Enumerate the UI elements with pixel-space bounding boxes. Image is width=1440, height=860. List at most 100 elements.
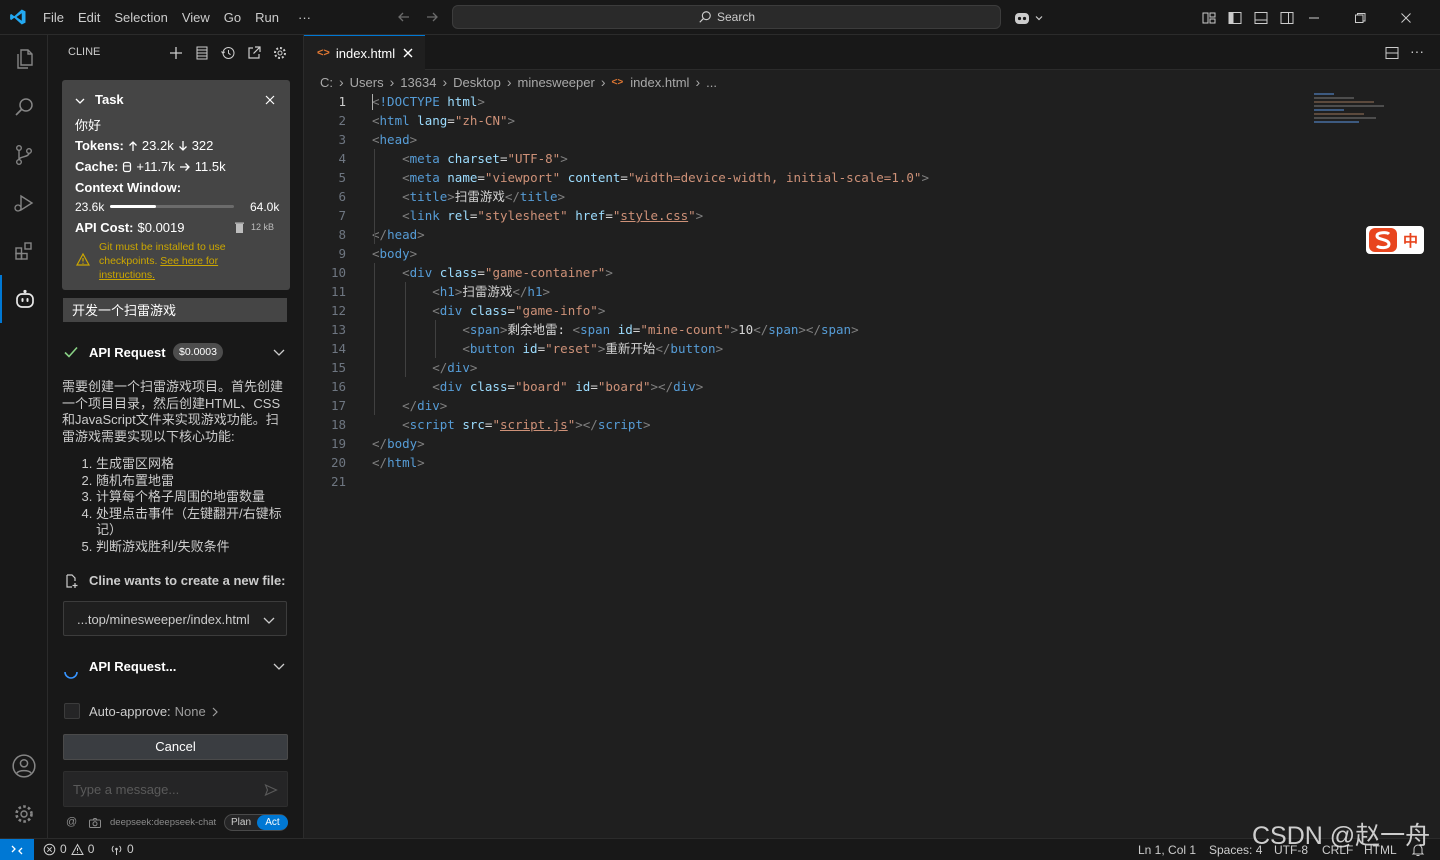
code-token: body — [379, 246, 410, 261]
code-token: > — [409, 246, 418, 261]
code-line[interactable]: <!DOCTYPE html> — [372, 92, 485, 111]
plus-icon[interactable] — [168, 45, 184, 61]
send-icon[interactable] — [264, 783, 278, 797]
toggle-secondary-sidebar-icon[interactable] — [1279, 10, 1295, 26]
menu-go[interactable]: Go — [217, 0, 248, 35]
minimize-icon[interactable] — [1306, 10, 1322, 26]
camera-icon[interactable] — [88, 817, 102, 829]
code-token: > — [597, 303, 606, 318]
ports-indicator[interactable]: 0 — [110, 842, 134, 856]
code-line[interactable]: </head> — [372, 225, 425, 244]
code-line[interactable]: </html> — [372, 453, 425, 472]
problems-indicator[interactable]: 0 0 — [43, 842, 94, 856]
settings-gear-icon[interactable] — [272, 45, 288, 61]
code-line[interactable]: </div> — [372, 396, 447, 415]
auto-approve-checkbox[interactable] — [64, 703, 80, 719]
code-line[interactable]: <title>扫雷游戏</title> — [372, 187, 565, 206]
code-token: button — [670, 341, 716, 356]
accounts-button[interactable] — [0, 742, 48, 790]
breadcrumb-item[interactable]: Users — [350, 75, 384, 90]
remote-indicator[interactable] — [0, 839, 34, 860]
open-in-editor-icon[interactable] — [246, 45, 262, 61]
menu-file[interactable]: File — [36, 0, 71, 35]
menu-view[interactable]: View — [175, 0, 217, 35]
chevron-down-icon[interactable] — [272, 346, 286, 358]
menu-more[interactable]: ··· — [286, 0, 318, 35]
back-arrow-icon[interactable] — [396, 9, 412, 25]
customize-layout-icon[interactable] — [1201, 10, 1217, 26]
code-line[interactable]: </div> — [372, 358, 477, 377]
search-button[interactable] — [0, 83, 48, 131]
code-token: > — [417, 436, 425, 451]
trash-icon[interactable] — [234, 221, 245, 234]
cancel-button[interactable]: Cancel — [63, 734, 288, 760]
code-line[interactable]: <div class="game-info"> — [372, 301, 605, 320]
message-input-box[interactable]: Type a message... — [63, 771, 288, 807]
auto-approve[interactable]: Auto-approve: None — [89, 704, 220, 719]
code-token: src — [462, 417, 485, 432]
run-debug-button[interactable] — [0, 179, 48, 227]
plan-mode-button[interactable]: Plan — [225, 815, 257, 830]
ime-indicator[interactable]: 中 — [1366, 226, 1424, 254]
code-line[interactable]: <span>剩余地雷: <span id="mine-count">10</sp… — [372, 320, 858, 339]
chevron-down-icon[interactable] — [74, 95, 86, 107]
breadcrumb-item[interactable]: Desktop — [453, 75, 501, 90]
explorer-button[interactable] — [0, 35, 48, 83]
manage-button[interactable] — [0, 790, 48, 838]
code-line[interactable]: <link rel="stylesheet" href="style.css"> — [372, 206, 703, 225]
code-line[interactable]: <meta charset="UTF-8"> — [372, 149, 568, 168]
copilot-button[interactable] — [1013, 0, 1044, 35]
cursor-position[interactable]: Ln 1, Col 1 — [1138, 843, 1196, 857]
code-line[interactable]: <head> — [372, 130, 417, 149]
error-icon — [43, 843, 56, 855]
more-actions-icon[interactable]: ··· — [1410, 43, 1424, 59]
mcp-servers-icon[interactable] — [194, 45, 210, 61]
breadcrumb-item[interactable]: index.html — [630, 75, 689, 90]
code-token: "game-info" — [515, 303, 598, 318]
line-number: 2 — [338, 113, 346, 128]
extensions-button[interactable] — [0, 227, 48, 275]
code-line[interactable]: <html lang="zh-CN"> — [372, 111, 515, 130]
close-tab-icon[interactable] — [401, 46, 415, 60]
source-control-button[interactable] — [0, 131, 48, 179]
history-icon[interactable] — [220, 45, 236, 61]
code-line[interactable]: <div class="game-container"> — [372, 263, 613, 282]
split-editor-icon[interactable] — [1384, 45, 1400, 61]
code-line[interactable]: <h1>扫雷游戏</h1> — [372, 282, 550, 301]
message-input[interactable]: Type a message... — [73, 782, 179, 797]
line-number: 11 — [330, 284, 346, 299]
close-task-icon[interactable] — [264, 94, 276, 106]
menu-edit[interactable]: Edit — [71, 0, 107, 35]
command-center-search[interactable]: Search — [452, 5, 1001, 29]
forward-arrow-icon[interactable] — [424, 9, 440, 25]
breadcrumb-separator-icon: › — [389, 74, 395, 90]
restore-icon[interactable] — [1352, 10, 1368, 26]
new-file-path-box[interactable]: ...top/minesweeper/index.html — [63, 601, 287, 636]
code-line[interactable]: <script src="script.js"></script> — [372, 415, 650, 434]
act-mode-button[interactable]: Act — [257, 815, 288, 830]
code-line[interactable]: <button id="reset">重新开始</button> — [372, 339, 723, 358]
chevron-down-icon[interactable] — [272, 660, 286, 672]
code-line[interactable]: <div class="board" id="board"></div> — [372, 377, 703, 396]
close-window-icon[interactable] — [1398, 10, 1414, 26]
toggle-panel-icon[interactable] — [1253, 10, 1269, 26]
tab-index-html[interactable]: <> index.html — [304, 35, 425, 70]
breadcrumb-item[interactable]: minesweeper — [518, 75, 595, 90]
breadcrumb-item[interactable]: 13634 — [400, 75, 436, 90]
code-line[interactable]: <meta name="viewport" content="width=dev… — [372, 168, 929, 187]
response-list-item: 判断游戏胜利/失败条件 — [96, 539, 286, 556]
mention-icon[interactable]: @ — [66, 816, 77, 828]
cline-button[interactable] — [0, 275, 48, 323]
code-line[interactable]: <body> — [372, 244, 417, 263]
menu-run[interactable]: Run — [248, 0, 286, 35]
breadcrumb-item[interactable]: ... — [706, 75, 717, 90]
menu-selection[interactable]: Selection — [107, 0, 174, 35]
code-token: id — [522, 341, 538, 356]
toggle-primary-sidebar-icon[interactable] — [1227, 10, 1243, 26]
model-selector[interactable]: deepseek:deepseek-chat — [110, 817, 216, 828]
code-token: charset — [447, 151, 500, 166]
breadcrumb-item[interactable]: C: — [320, 75, 333, 90]
code-line[interactable]: </body> — [372, 434, 425, 453]
minimap[interactable] — [1314, 91, 1390, 135]
